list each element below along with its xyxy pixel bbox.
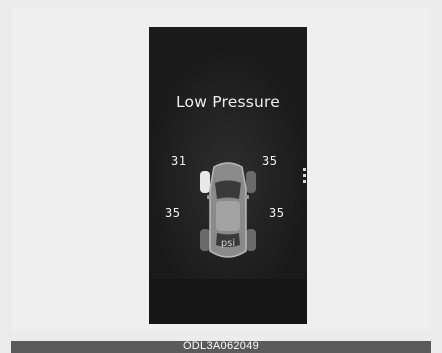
tire-pressure-front-left: 31 [171,154,187,168]
tire-front-right-icon [246,171,256,193]
display-bottom-strip [149,279,307,324]
tire-pressure-front-right: 35 [262,154,278,168]
tire-front-left-icon [200,171,210,193]
pressure-unit-label: psi [220,238,236,249]
warning-title: Low Pressure [175,93,281,111]
tire-pressure-rear-left: 35 [165,206,181,220]
cluster-display: Low Pressure 31 35 35 35 psi [149,27,307,324]
figure-code: ODL3A062049 [182,340,260,352]
tire-pressure-rear-right: 35 [269,206,285,220]
caption-bar: ODL3A062049 [11,340,431,353]
side-indicator [303,168,306,188]
car-top-view-icon [200,162,256,258]
